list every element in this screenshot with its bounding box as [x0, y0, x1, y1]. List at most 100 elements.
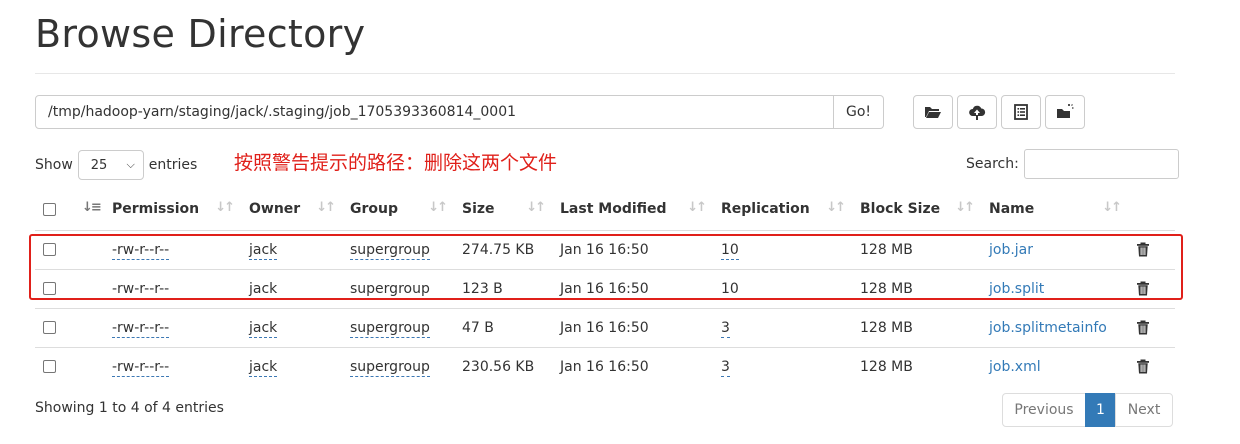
delete-button[interactable]: [1136, 281, 1167, 296]
replication-cell: 10: [713, 268, 852, 308]
row-checkbox[interactable]: [43, 243, 56, 256]
row-select-cell: [35, 230, 74, 269]
previous-page-button[interactable]: Previous: [1002, 393, 1086, 427]
page-1-button[interactable]: 1: [1085, 393, 1116, 427]
modified-cell: Jan 16 16:50: [552, 346, 713, 386]
header-last-modified-label: Last Modified: [560, 201, 667, 218]
trash-icon: [1137, 281, 1149, 296]
replication-cell: 3: [713, 346, 852, 386]
row-checkbox[interactable]: [43, 360, 56, 374]
permission-value[interactable]: -rw-r--r--: [112, 319, 170, 338]
group-value[interactable]: supergroup: [350, 319, 430, 338]
sort-icon: ↓↑: [955, 200, 975, 215]
sort-asc-icon: ↓≡: [82, 200, 102, 215]
path-bar: Go!: [35, 95, 884, 129]
open-folder-button[interactable]: [913, 95, 953, 129]
group-value[interactable]: supergroup: [350, 280, 430, 299]
size-cell: 230.56 KB: [454, 346, 552, 386]
replication-cell: 10: [713, 230, 852, 269]
owner-cell: jack: [241, 268, 342, 308]
replication-value[interactable]: 10: [721, 280, 739, 299]
select-all-checkbox[interactable]: [43, 202, 56, 216]
permission-value[interactable]: -rw-r--r--: [112, 241, 170, 260]
title-divider: [35, 73, 1175, 74]
header-sort-default[interactable]: ↓≡: [74, 189, 104, 231]
row-select-cell: [35, 346, 74, 386]
delete-button[interactable]: [1136, 242, 1167, 257]
header-owner[interactable]: Owner ↓↑: [241, 189, 342, 231]
path-input[interactable]: [35, 95, 834, 129]
permission-cell: -rw-r--r--: [104, 307, 241, 347]
pagination: Previous 1 Next: [1002, 393, 1173, 427]
sort-icon: ↓↑: [687, 200, 707, 215]
group-value[interactable]: supergroup: [350, 358, 430, 377]
permission-value[interactable]: -rw-r--r--: [112, 280, 170, 299]
row-spacer: [74, 230, 104, 269]
file-name-link[interactable]: job.xml: [989, 359, 1041, 375]
table-row: -rw-r--r-- jack supergroup 123 B Jan 16 …: [35, 268, 1175, 308]
trash-icon: [1137, 242, 1149, 257]
size-cell: 47 B: [454, 307, 552, 347]
delete-cell: [1128, 268, 1175, 308]
header-replication[interactable]: Replication ↓↑: [713, 189, 852, 231]
search-control: Search:: [966, 149, 1179, 179]
group-value[interactable]: supergroup: [350, 241, 430, 260]
name-cell: job.splitmetainfo: [981, 307, 1128, 347]
header-last-modified[interactable]: Last Modified ↓↑: [552, 189, 713, 231]
name-cell: job.jar: [981, 230, 1128, 269]
file-name-link[interactable]: job.jar: [989, 242, 1033, 258]
search-input[interactable]: [1023, 149, 1179, 179]
permission-value[interactable]: -rw-r--r--: [112, 358, 170, 377]
chevron-down-icon: ⌵: [126, 158, 135, 171]
entries-label: entries: [148, 157, 198, 173]
show-label: Show: [35, 157, 73, 173]
header-size-label: Size: [462, 201, 495, 218]
replication-value[interactable]: 10: [721, 241, 739, 260]
size-cell: 123 B: [454, 268, 552, 308]
upload-button[interactable]: [957, 95, 997, 129]
list-icon: [1014, 104, 1028, 120]
sort-icon: ↓↑: [526, 200, 546, 215]
header-name[interactable]: Name ↓↑: [981, 189, 1128, 231]
delete-button[interactable]: [1136, 359, 1167, 374]
modified-cell: Jan 16 16:50: [552, 307, 713, 347]
owner-cell: jack: [241, 346, 342, 386]
header-group[interactable]: Group ↓↑: [342, 189, 454, 231]
row-checkbox[interactable]: [43, 321, 56, 334]
header-actions: [1128, 189, 1175, 231]
permission-cell: -rw-r--r--: [104, 346, 241, 386]
list-view-button[interactable]: [1001, 95, 1041, 129]
size-cell: 274.75 KB: [462, 241, 535, 258]
modified-cell: Jan 16 16:50: [552, 268, 713, 308]
replication-value[interactable]: 3: [721, 319, 730, 338]
owner-value[interactable]: jack: [249, 319, 278, 338]
next-page-button[interactable]: Next: [1115, 393, 1173, 427]
group-cell: supergroup: [342, 346, 454, 386]
delete-button[interactable]: [1136, 320, 1167, 335]
sort-icon: ↓↑: [1102, 200, 1122, 215]
row-checkbox[interactable]: [43, 282, 56, 295]
sort-icon: ↓↑: [215, 200, 235, 215]
header-owner-label: Owner: [249, 201, 301, 218]
file-name-link[interactable]: job.split: [989, 281, 1044, 297]
header-permission-label: Permission: [112, 201, 200, 218]
page-title: Browse Directory: [35, 12, 366, 56]
entries-select[interactable]: 25 ⌵: [77, 150, 144, 180]
group-cell: supergroup: [342, 268, 454, 308]
table-info: Showing 1 to 4 of 4 entries: [35, 400, 224, 416]
create-directory-button[interactable]: [1045, 95, 1085, 129]
owner-value[interactable]: jack: [249, 358, 278, 377]
go-button[interactable]: Go!: [834, 95, 884, 129]
owner-value[interactable]: jack: [249, 280, 278, 299]
header-name-label: Name: [989, 201, 1035, 218]
row-spacer: [74, 307, 104, 347]
header-size[interactable]: Size ↓↑: [454, 189, 552, 231]
cloud-upload-icon: [969, 105, 986, 120]
header-permission[interactable]: Permission ↓↑: [104, 189, 241, 231]
replication-value[interactable]: 3: [721, 358, 730, 377]
file-name-link[interactable]: job.splitmetainfo: [989, 320, 1107, 336]
owner-value[interactable]: jack: [249, 241, 278, 260]
header-block-size[interactable]: Block Size ↓↑: [852, 189, 981, 231]
delete-cell: [1128, 307, 1175, 347]
table-header-row: ↓≡ Permission ↓↑ Owner ↓↑ Group ↓↑ Size …: [35, 189, 1175, 231]
